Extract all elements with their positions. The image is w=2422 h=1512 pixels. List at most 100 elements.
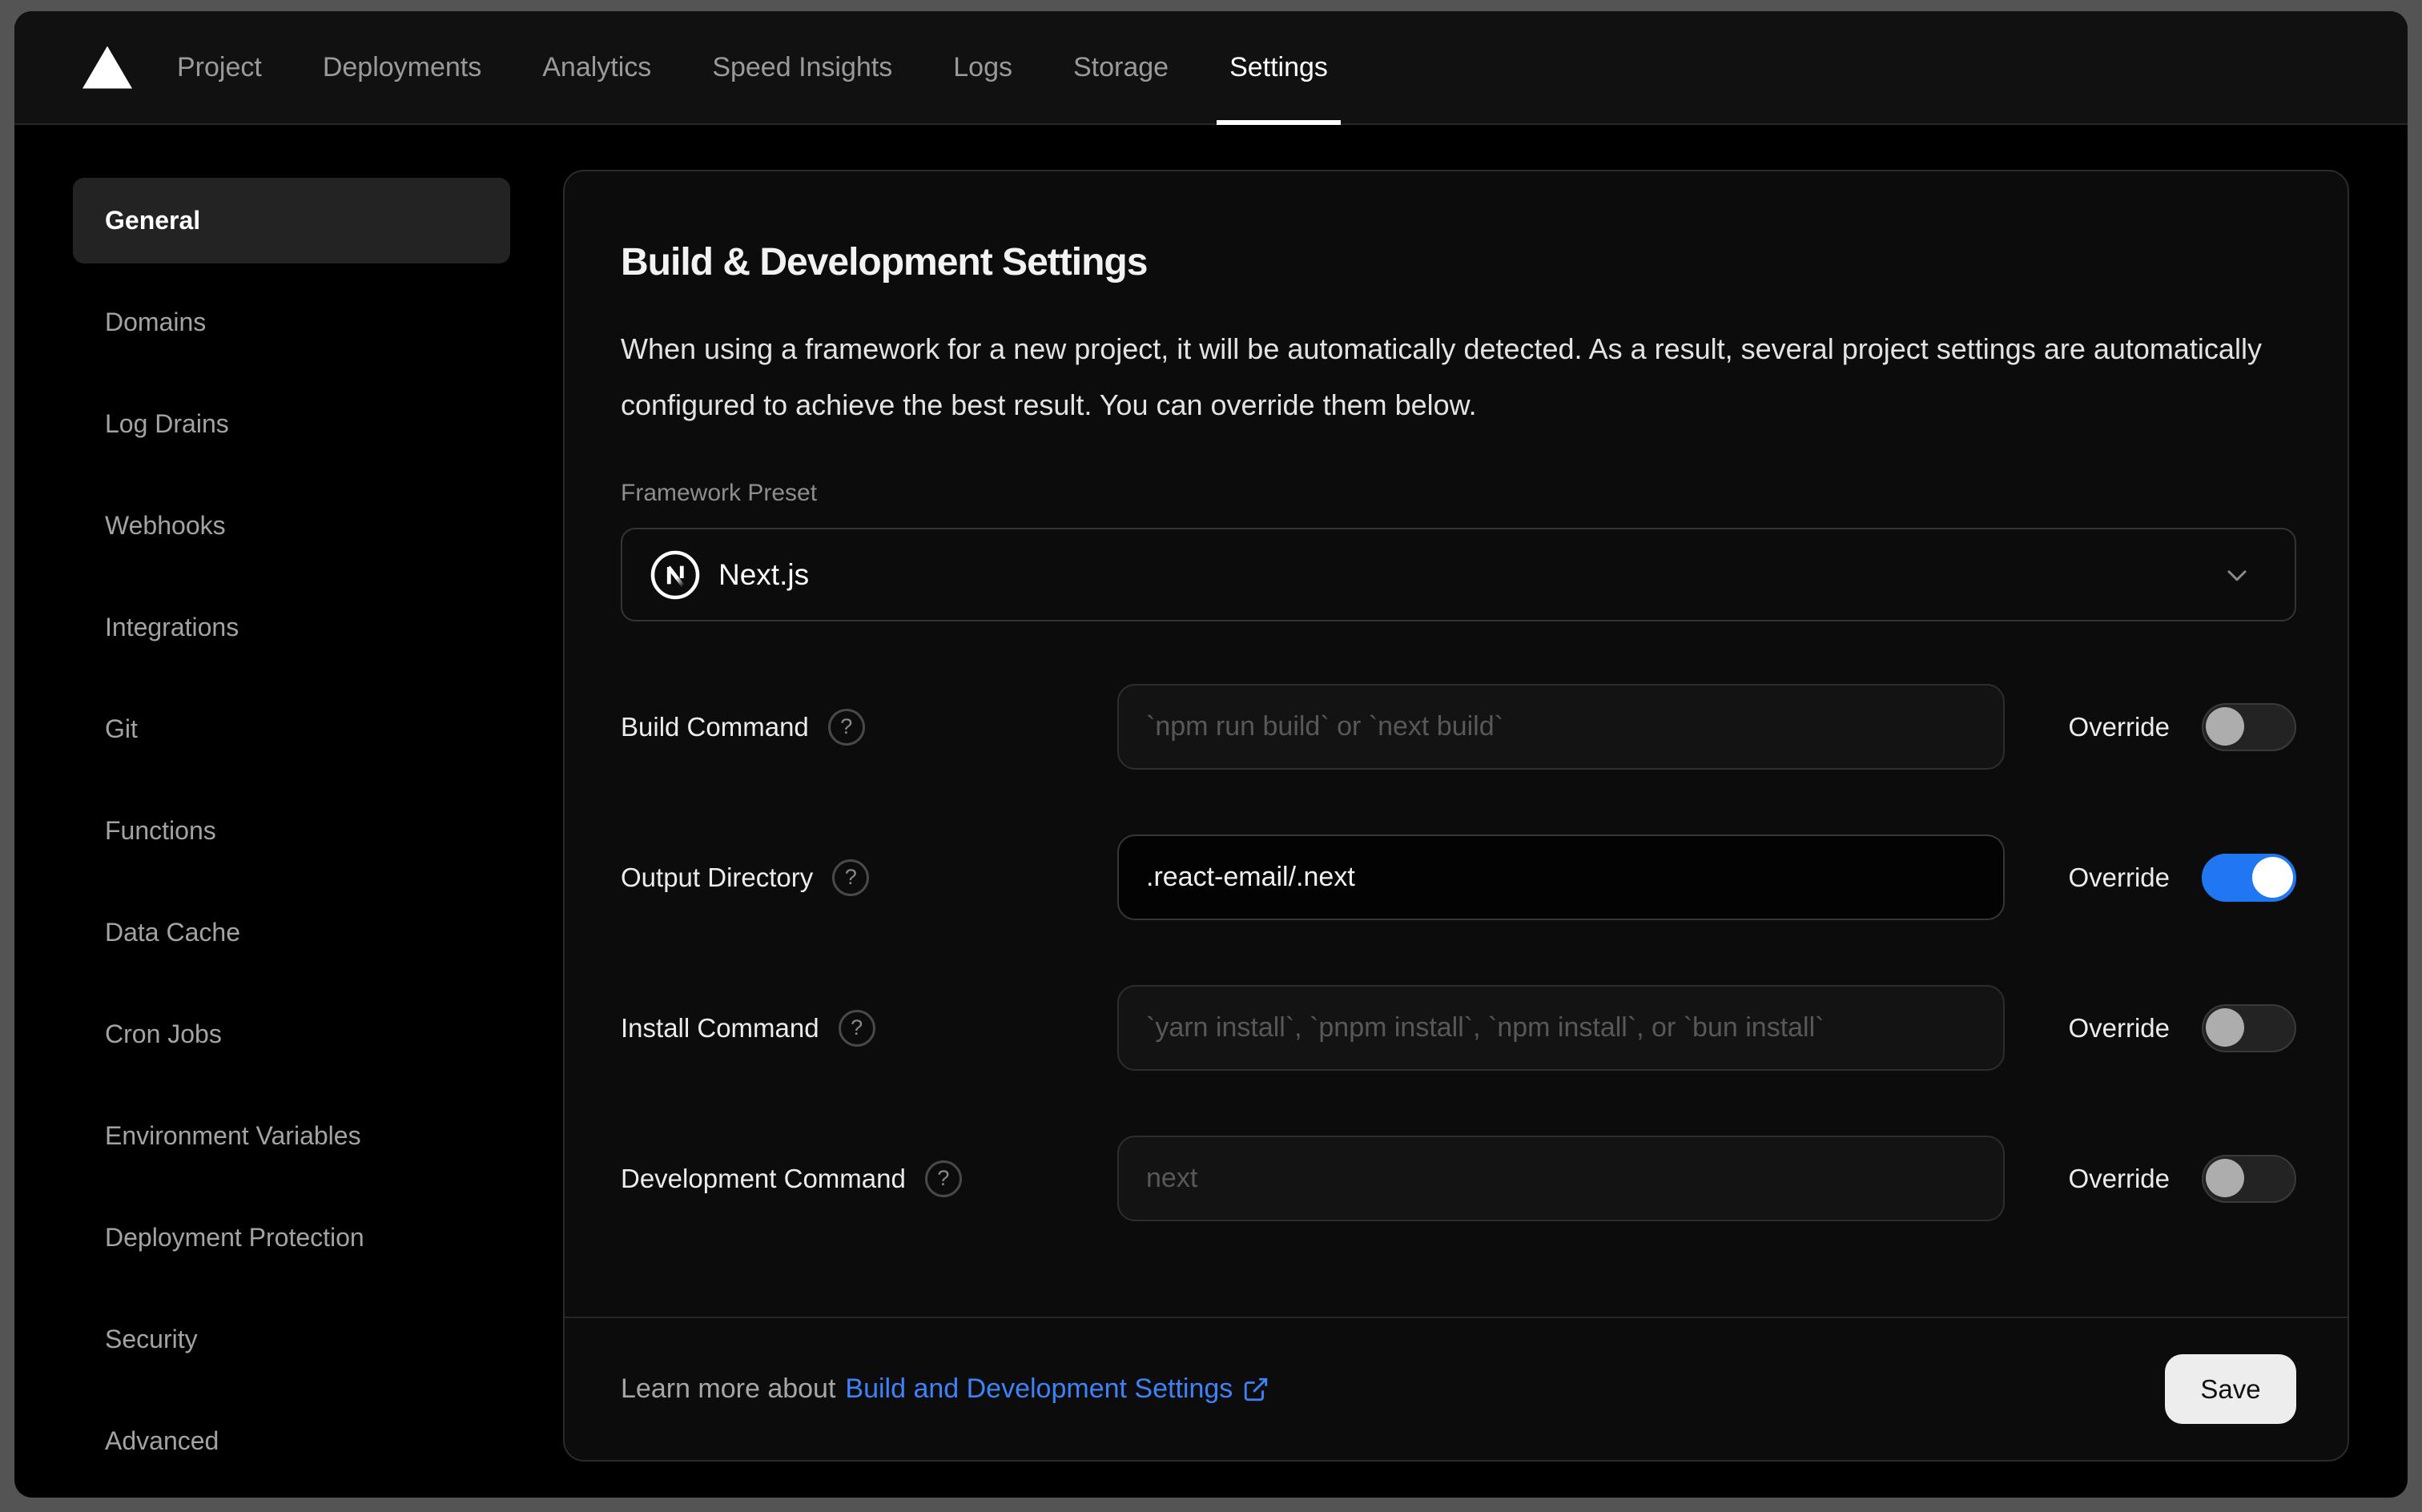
sidebar-item-cron-jobs[interactable]: Cron Jobs [73,991,510,1077]
sidebar-item-functions[interactable]: Functions [73,788,510,874]
help-icon[interactable]: ? [838,1009,875,1047]
sidebar-item-label: Git [105,714,138,743]
setting-label-group: Build Command ? [621,708,1117,746]
setting-label: Build Command [621,711,809,742]
toggle-knob [2252,856,2293,898]
chevron-down-icon [2227,569,2247,581]
sidebar-item-deployment-protection[interactable]: Deployment Protection [73,1195,510,1281]
toggle-knob [2206,1158,2244,1197]
sidebar-item-git[interactable]: Git [73,686,510,772]
setting-label-group: Install Command ? [621,1009,1117,1047]
page-title: Build & Development Settings [621,241,1148,284]
sidebar-item-environment-variables[interactable]: Environment Variables [73,1093,510,1179]
vercel-logo-icon[interactable] [82,46,132,89]
override-group: Override [2068,1003,2296,1052]
main-area: Build & Development Settings When using … [563,125,2408,1498]
override-label: Override [2068,862,2170,892]
setting-row-build-command: Build Command ? Override [621,684,2296,770]
sidebar-item-label: Environment Variables [105,1121,361,1150]
help-icon[interactable]: ? [924,1160,962,1197]
build-command-input[interactable] [1117,684,2005,770]
setting-label-group: Output Directory ? [621,859,1117,896]
settings-sidebar: General Domains Log Drains Webhooks Inte… [14,125,563,1498]
nav-tab-label: Deployments [322,51,482,82]
nav-tab-logs[interactable]: Logs [953,11,1012,123]
nav-tab-label: Settings [1229,51,1328,82]
nextjs-logo-icon [650,550,700,599]
card-body: Build & Development Settings When using … [565,171,2348,1317]
sidebar-item-integrations[interactable]: Integrations [73,585,510,670]
sidebar-item-general[interactable]: General [73,178,510,263]
toggle-knob [2206,706,2244,746]
override-label: Override [2068,1163,2170,1193]
development-command-override-toggle[interactable] [2202,1154,2296,1203]
nav-tab-label: Storage [1072,51,1169,82]
panel-description: When using a framework for a new project… [621,332,2262,421]
development-command-input[interactable] [1117,1136,2005,1221]
override-label: Override [2068,711,2170,742]
docs-link-label: Build and Development Settings [845,1373,1233,1404]
sidebar-item-label: Advanced [105,1426,219,1455]
nav-tab-project[interactable]: Project [177,11,262,123]
help-icon[interactable]: ? [827,708,865,746]
sidebar-item-webhooks[interactable]: Webhooks [73,483,510,569]
card-footer: Learn more about Build and Development S… [565,1317,2348,1460]
sidebar-item-domains[interactable]: Domains [73,279,510,365]
framework-preset-value: Next.js [718,557,810,591]
nav-tab-settings[interactable]: Settings [1217,11,1341,125]
sidebar-item-label: Log Drains [105,409,229,438]
build-command-override-toggle[interactable] [2202,702,2296,751]
sidebar-item-log-drains[interactable]: Log Drains [73,381,510,467]
sidebar-item-label: Data Cache [105,918,240,947]
nav-tab-label: Analytics [542,51,652,82]
toggle-knob [2206,1007,2244,1047]
nav-tabs: Project Deployments Analytics Speed Insi… [177,11,1341,125]
framework-preset-select[interactable]: Next.js [621,528,2296,621]
sidebar-item-security[interactable]: Security [73,1297,510,1382]
nav-tab-label: Speed Insights [712,51,893,82]
setting-label-group: Development Command ? [621,1160,1117,1197]
save-button[interactable]: Save [2165,1354,2296,1424]
help-icon[interactable]: ? [832,859,870,896]
override-group: Override [2068,1154,2296,1203]
sidebar-item-label: Cron Jobs [105,1019,222,1048]
setting-row-install-command: Install Command ? Override [621,985,2296,1071]
sidebar-item-label: Integrations [105,613,239,641]
external-link-icon [1245,1377,1268,1401]
build-settings-docs-link[interactable]: Build and Development Settings [845,1373,1269,1405]
override-label: Override [2068,1012,2170,1043]
output-directory-input[interactable] [1117,834,2005,920]
sidebar-item-label: Webhooks [105,511,226,540]
nav-tab-label: Project [177,51,262,82]
install-command-input[interactable] [1117,985,2005,1071]
build-settings-card: Build & Development Settings When using … [563,170,2349,1462]
nav-tab-storage[interactable]: Storage [1073,11,1169,123]
sidebar-item-data-cache[interactable]: Data Cache [73,890,510,975]
top-nav: Project Deployments Analytics Speed Insi… [14,11,2408,125]
nav-tab-deployments[interactable]: Deployments [323,11,481,123]
learn-more-prefix: Learn more about [621,1373,836,1404]
setting-label: Output Directory [621,862,814,892]
content-area: General Domains Log Drains Webhooks Inte… [14,125,2408,1498]
framework-preset-label: Framework Preset [621,480,818,506]
install-command-override-toggle[interactable] [2202,1003,2296,1052]
setting-row-development-command: Development Command ? Override [621,1136,2296,1221]
sidebar-item-label: Functions [105,816,216,845]
sidebar-item-label: Domains [105,308,207,336]
nav-tab-label: Logs [953,51,1012,82]
setting-label: Development Command [621,1163,906,1193]
settings-rows: Build Command ? Override Output Director… [621,684,2296,1221]
sidebar-item-label: Deployment Protection [105,1223,364,1252]
nav-tab-analytics[interactable]: Analytics [542,11,651,123]
sidebar-item-label: Security [105,1325,198,1353]
setting-label: Install Command [621,1012,819,1043]
override-group: Override [2068,853,2296,902]
override-group: Override [2068,702,2296,751]
output-directory-override-toggle[interactable] [2202,853,2296,902]
sidebar-item-label: General [105,206,201,235]
nav-tab-speed-insights[interactable]: Speed Insights [712,11,892,123]
setting-row-output-directory: Output Directory ? Override [621,834,2296,920]
app-window: Project Deployments Analytics Speed Insi… [14,11,2408,1498]
learn-more-text: Learn more about Build and Development S… [621,1373,1269,1405]
sidebar-item-advanced[interactable]: Advanced [73,1398,510,1484]
